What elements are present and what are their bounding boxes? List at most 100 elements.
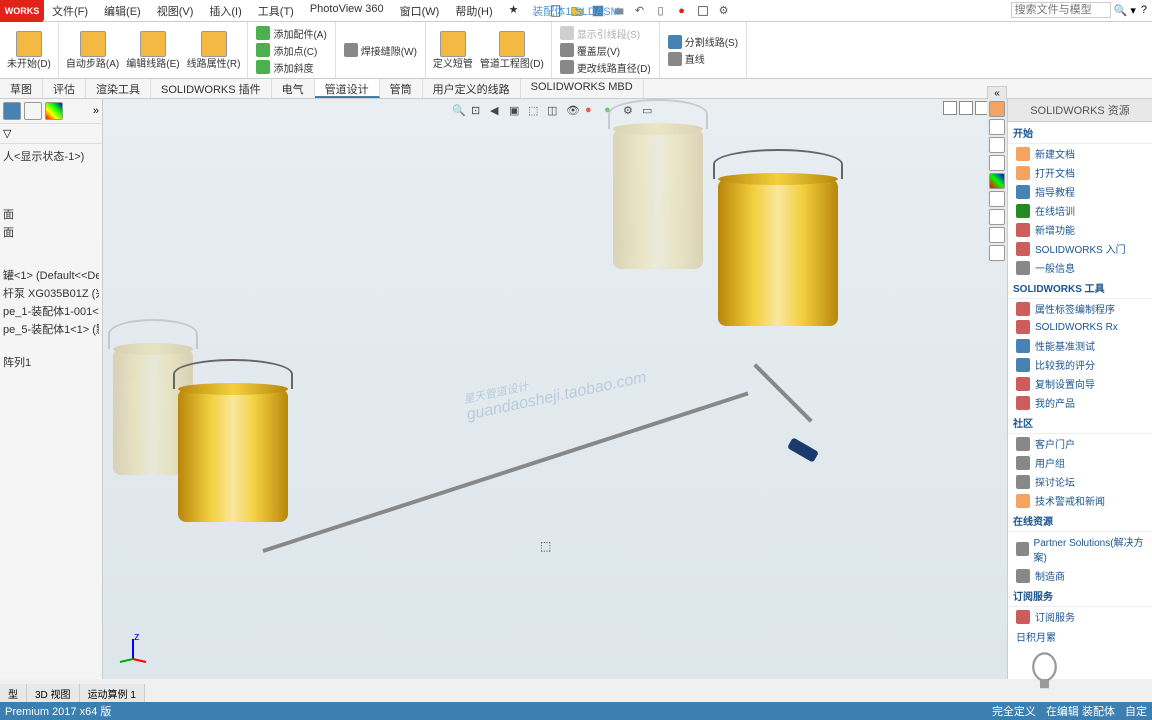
hide-show-icon[interactable]: 👁: [566, 104, 582, 120]
pipe-drawing-button[interactable]: 管道工程图(D): [478, 29, 546, 72]
tree-item[interactable]: 面: [3, 205, 99, 223]
dropdown-icon[interactable]: ▾: [1130, 4, 1136, 17]
task-pane-item[interactable]: SOLIDWORKS 入门: [1008, 239, 1152, 258]
tree-item[interactable]: 罐<1> (Default<<Default: [3, 266, 99, 284]
tree-item[interactable]: pe_1-装配体1-001<1> (默: [3, 302, 99, 320]
task-tab-forum-icon[interactable]: [989, 209, 1005, 225]
begin-route-button[interactable]: 未开始(D): [5, 29, 53, 72]
tree-tab-feature-icon[interactable]: [3, 102, 21, 120]
line-button[interactable]: 直线: [665, 50, 741, 67]
add-point-button[interactable]: 添加点(C): [253, 42, 329, 59]
zoom-fit-icon[interactable]: 🔍: [452, 104, 468, 120]
task-pane-item[interactable]: 新增功能: [1008, 220, 1152, 239]
task-pane-item[interactable]: Partner Solutions(解决方案): [1008, 532, 1152, 566]
task-pane-item[interactable]: 客户门户: [1008, 434, 1152, 453]
section-view-icon[interactable]: ▣: [509, 104, 525, 120]
task-tab-library-icon[interactable]: [989, 119, 1005, 135]
task-tab-home-icon[interactable]: [989, 101, 1005, 117]
viewport-restore-icon[interactable]: [959, 101, 973, 115]
define-spool-button[interactable]: 定义短管: [431, 29, 475, 72]
auto-route-button[interactable]: 自动步路(A): [64, 29, 121, 72]
tab-piping[interactable]: 管道设计: [315, 79, 380, 98]
display-style-icon[interactable]: ◫: [547, 104, 563, 120]
select-icon[interactable]: ▯: [652, 2, 670, 20]
tree-tab-display-icon[interactable]: [45, 102, 63, 120]
menu-photoview[interactable]: PhotoView 360: [302, 0, 392, 22]
tab-electrical[interactable]: 电气: [272, 79, 315, 98]
task-pane-item[interactable]: 订阅服务: [1008, 607, 1152, 626]
task-tab-explorer-icon[interactable]: [989, 137, 1005, 153]
menu-file[interactable]: 文件(F): [44, 0, 96, 22]
menu-edit[interactable]: 编辑(E): [96, 0, 149, 22]
bottom-tab-motion[interactable]: 运动算例 1: [80, 684, 145, 702]
task-pane-item[interactable]: 制造商: [1008, 566, 1152, 585]
tab-evaluate[interactable]: 评估: [43, 79, 86, 98]
add-fitting-button[interactable]: 添加配件(A): [253, 25, 329, 42]
viewport-minimize-icon[interactable]: [943, 101, 957, 115]
task-pane-item[interactable]: 一般信息: [1008, 258, 1152, 277]
task-pane-item[interactable]: 打开文档: [1008, 163, 1152, 182]
tree-item[interactable]: 面: [3, 223, 99, 241]
search-icon[interactable]: 🔍: [1114, 4, 1128, 17]
task-tab-routing-icon[interactable]: [989, 227, 1005, 243]
menu-star-icon[interactable]: ★: [501, 0, 527, 22]
menu-help[interactable]: 帮助(H): [447, 0, 500, 22]
task-pane-item[interactable]: 我的产品: [1008, 393, 1152, 412]
covering-button[interactable]: 覆盖层(V): [557, 42, 654, 59]
split-route-button[interactable]: 分割线路(S): [665, 33, 741, 50]
pump-model[interactable]: [787, 437, 819, 462]
tank-model[interactable]: [718, 179, 838, 389]
task-pane-item[interactable]: 新建文档: [1008, 144, 1152, 163]
tank-model[interactable]: [178, 389, 288, 579]
view-triad[interactable]: z: [118, 634, 148, 664]
tab-render[interactable]: 渲染工具: [86, 79, 151, 98]
task-tab-properties-icon[interactable]: [989, 191, 1005, 207]
edit-route-button[interactable]: 编辑线路(E): [124, 29, 181, 72]
weld-gap-button[interactable]: 焊接缝隙(W): [341, 42, 420, 59]
task-pane-item[interactable]: 用户组: [1008, 453, 1152, 472]
task-pane-item[interactable]: 性能基准测试: [1008, 336, 1152, 355]
task-tab-appearances-icon[interactable]: [989, 173, 1005, 189]
tree-item[interactable]: 杆泵 XG035B01Z (兴龙65): [3, 284, 99, 302]
gear-icon[interactable]: ⚙: [715, 2, 733, 20]
previous-view-icon[interactable]: ◀: [490, 104, 506, 120]
search-input[interactable]: [1011, 2, 1111, 18]
task-pane-item[interactable]: 技术警戒和新闻: [1008, 491, 1152, 510]
task-tab-extra-icon[interactable]: [989, 245, 1005, 261]
appearance-icon[interactable]: ●: [585, 104, 601, 120]
filter-icon[interactable]: ▽: [3, 128, 11, 140]
tree-display-state[interactable]: 人<显示状态-1>): [3, 147, 99, 165]
route-props-button[interactable]: 线路属性(R): [185, 29, 243, 72]
tab-tubing[interactable]: 管筒: [380, 79, 423, 98]
undo-icon[interactable]: ↶: [631, 2, 649, 20]
tree-tab-config-icon[interactable]: [24, 102, 42, 120]
task-pane-item[interactable]: 比较我的评分: [1008, 355, 1152, 374]
view-orientation-icon[interactable]: ⬚: [528, 104, 544, 120]
menu-tools[interactable]: 工具(T): [250, 0, 302, 22]
task-pane-item[interactable]: 指导教程: [1008, 182, 1152, 201]
rebuild-icon[interactable]: ●: [673, 2, 691, 20]
tree-item[interactable]: 阵列1: [3, 353, 99, 371]
menu-insert[interactable]: 插入(I): [201, 0, 249, 22]
task-pane-item[interactable]: 复制设置向导: [1008, 374, 1152, 393]
task-tab-view-palette-icon[interactable]: [989, 155, 1005, 171]
menu-window[interactable]: 窗口(W): [392, 0, 448, 22]
tab-addins[interactable]: SOLIDWORKS 插件: [151, 79, 272, 98]
tree-expand-icon[interactable]: »: [93, 105, 99, 117]
3d-viewport[interactable]: 🔍 ⊡ ◀ ▣ ⬚ ◫ 👁 ● ● ⚙ ▭ 星天管道设: [103, 99, 1007, 679]
bottom-tab-3dview[interactable]: 3D 视图: [27, 684, 80, 702]
task-pane-item[interactable]: 属性标签编制程序: [1008, 299, 1152, 318]
task-pane-item[interactable]: SOLIDWORKS Rx: [1008, 318, 1152, 336]
task-pane-item[interactable]: 探讨论坛: [1008, 472, 1152, 491]
tab-sketch[interactable]: 草图: [0, 79, 43, 98]
help-icon[interactable]: ?: [1141, 4, 1147, 16]
bottom-tab-model[interactable]: 型: [0, 684, 27, 702]
task-pane-item[interactable]: 在线培训: [1008, 201, 1152, 220]
options-icon[interactable]: [694, 2, 712, 20]
menu-view[interactable]: 视图(V): [149, 0, 202, 22]
change-diameter-button[interactable]: 更改线路直径(D): [557, 59, 654, 76]
add-slope-button[interactable]: 添加斜度: [253, 59, 329, 76]
tab-user-routes[interactable]: 用户定义的线路: [423, 79, 521, 98]
tab-mbd[interactable]: SOLIDWORKS MBD: [521, 79, 644, 98]
task-pane-collapse-icon[interactable]: «: [987, 86, 1007, 100]
